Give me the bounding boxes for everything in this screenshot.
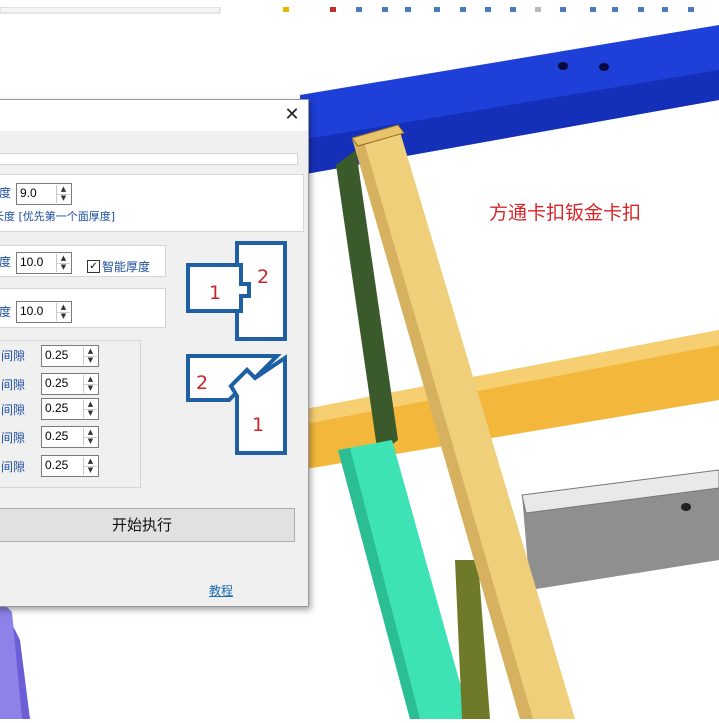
row2-label: 度 — [0, 255, 12, 269]
gap-spinner[interactable]: 0.25 ▲ ▼ — [41, 398, 99, 420]
spin-down-icon[interactable]: ▼ — [84, 437, 97, 446]
gap-label: 间隙 — [1, 431, 26, 445]
gap-label: 间隙 — [1, 403, 26, 417]
toolbar-icons — [0, 6, 694, 14]
gap-value: 0.25 — [45, 429, 69, 443]
joint-number: 2 — [196, 372, 208, 394]
gap-label: 间隙 — [1, 349, 26, 363]
scene-annotation: 方通卡扣钣金卡扣 — [489, 202, 642, 224]
gap-value: 0.25 — [45, 458, 69, 472]
row3-value: 10.0 — [20, 304, 44, 318]
spinner-arrows[interactable]: ▲ ▼ — [83, 428, 97, 446]
row3-spinner[interactable]: 10.0 ▲ ▼ — [16, 301, 72, 323]
spinner-arrows[interactable]: ▲ ▼ — [83, 375, 97, 393]
spin-down-icon[interactable]: ▼ — [84, 409, 97, 418]
row2-value: 10.0 — [20, 255, 44, 269]
gap-value: 0.25 — [45, 401, 69, 415]
row1-label: 度 — [0, 186, 12, 200]
spinner-arrows[interactable]: ▲ ▼ — [56, 185, 70, 203]
row1-spinner[interactable]: 9.0 ▲ ▼ — [16, 183, 72, 205]
spin-down-icon[interactable]: ▼ — [84, 356, 97, 365]
gap-spinner[interactable]: 0.25 ▲ ▼ — [41, 426, 99, 448]
cad-toolbar[interactable] — [0, 0, 719, 14]
clip-dialog: ✕ 度 9.0 ▲ ▼ 长度 [优先第一个面厚度] 度 10.0 ▲ ▼ ✓ 智… — [0, 99, 309, 607]
gap-spinner[interactable]: 0.25 ▲ ▼ — [41, 345, 99, 367]
gap-value: 0.25 — [45, 376, 69, 390]
joint-diagram-top: 1 2 — [186, 241, 287, 341]
row2-spinner[interactable]: 10.0 ▲ ▼ — [16, 252, 72, 274]
hole — [681, 503, 691, 511]
joint-number: 1 — [209, 282, 221, 304]
gap-label: 间隙 — [1, 378, 26, 392]
gap-spinner[interactable]: 0.25 ▲ ▼ — [41, 373, 99, 395]
spinner-arrows[interactable]: ▲ ▼ — [56, 254, 70, 272]
smart-thickness-label: 智能厚度 — [102, 260, 151, 274]
spin-down-icon[interactable]: ▼ — [84, 466, 97, 475]
spin-down-icon[interactable]: ▼ — [57, 194, 70, 203]
spin-down-icon[interactable]: ▼ — [84, 384, 97, 393]
row1-value: 9.0 — [20, 186, 37, 200]
close-button[interactable]: ✕ — [282, 105, 302, 125]
row3-label: 度 — [0, 305, 12, 319]
spin-down-icon[interactable]: ▼ — [57, 263, 70, 272]
header-panel — [0, 153, 298, 165]
spinner-arrows[interactable]: ▲ ▼ — [83, 400, 97, 418]
gap-value: 0.25 — [45, 348, 69, 362]
joint-diagram-bottom: 2 1 — [186, 354, 287, 455]
smart-thickness-checkbox[interactable]: ✓ — [87, 260, 100, 273]
spinner-arrows[interactable]: ▲ ▼ — [83, 457, 97, 475]
spin-down-icon[interactable]: ▼ — [57, 312, 70, 321]
spinner-arrows[interactable]: ▲ ▼ — [56, 303, 70, 321]
hole — [558, 62, 568, 70]
gap-spinner[interactable]: 0.25 ▲ ▼ — [41, 455, 99, 477]
hole — [599, 63, 609, 71]
tutorial-link[interactable]: 教程 — [209, 582, 233, 599]
row1-note: 长度 [优先第一个面厚度] — [0, 210, 116, 223]
dialog-titlebar[interactable]: ✕ — [0, 100, 308, 131]
gap-label: 间隙 — [1, 460, 26, 474]
spinner-arrows[interactable]: ▲ ▼ — [83, 347, 97, 365]
execute-button[interactable]: 开始执行 — [0, 508, 295, 542]
joint-number: 2 — [257, 266, 269, 288]
joint-number: 1 — [252, 414, 264, 436]
